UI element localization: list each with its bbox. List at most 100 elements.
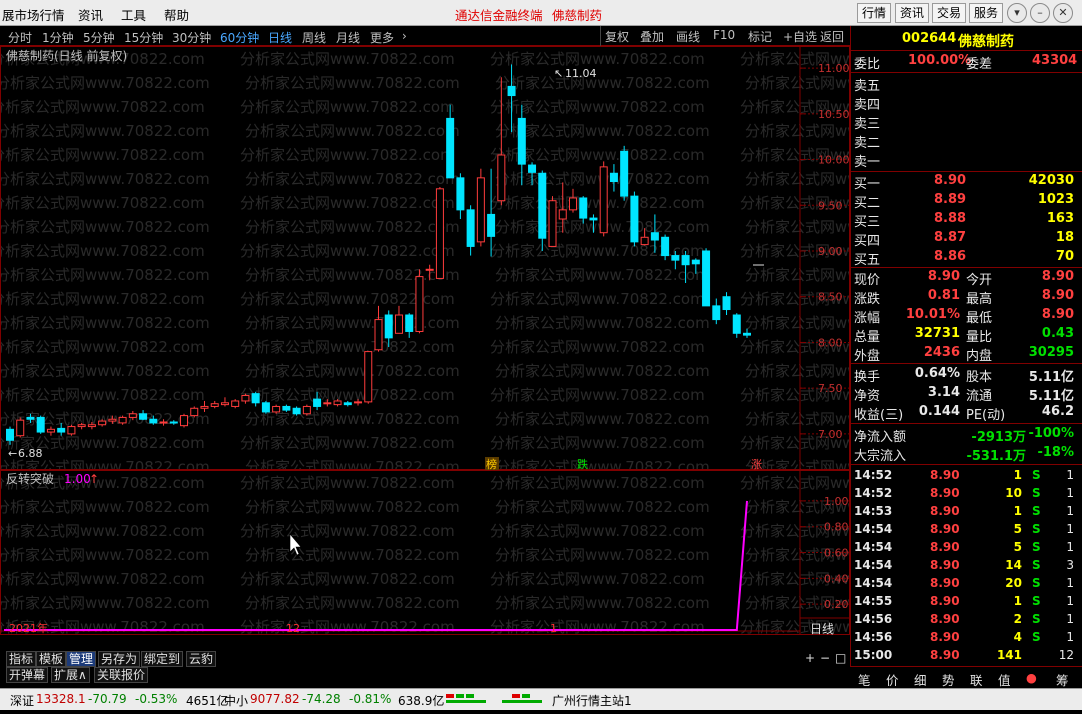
tab-bind[interactable]: 绑定到	[141, 651, 184, 667]
tab-value[interactable]: 值	[998, 670, 1011, 689]
watermark-text: 分析家公式网www.70822.com	[0, 194, 205, 212]
period-tab-60min[interactable]: 60分钟	[220, 29, 259, 46]
tab-save-as[interactable]: 另存为	[98, 651, 141, 667]
candle-body	[394, 314, 403, 334]
restore-button[interactable]: □	[833, 651, 848, 667]
menu-item-tools[interactable]: 工具	[121, 5, 146, 24]
period-tab-more[interactable]: 更多	[370, 29, 394, 46]
tick-side: S	[1032, 468, 1041, 482]
close-icon[interactable]: ✕	[1053, 3, 1073, 23]
flow-amount: -2913万	[971, 430, 1026, 445]
zoom-in-button[interactable]: +	[803, 651, 817, 667]
stat-label: 换手	[854, 370, 881, 385]
service-button[interactable]: 服务	[969, 3, 1004, 23]
minimize-icon[interactable]: –	[1030, 3, 1050, 23]
tick-side: S	[1032, 540, 1041, 554]
x-label-dec: 12	[286, 622, 300, 635]
tab-expand[interactable]: 扩展∧	[51, 667, 90, 683]
candle-body	[98, 420, 107, 426]
overlay-button[interactable]: 叠加	[640, 28, 664, 45]
tick-volume: 1	[1013, 468, 1022, 482]
candle-body	[425, 268, 434, 271]
tab-related-quote[interactable]: 关联报价	[94, 667, 149, 683]
tab-trend[interactable]: 势	[942, 670, 955, 689]
buy-label: 买二	[854, 196, 881, 211]
marker-rank[interactable]: 榜	[486, 457, 497, 470]
adjust-button[interactable]: 复权	[605, 28, 629, 45]
period-tab-weekly[interactable]: 周线	[302, 29, 326, 46]
back-button[interactable]: 返回	[820, 28, 844, 45]
buy-row[interactable]: 买二 8.89 1023	[854, 191, 1078, 211]
draw-button[interactable]: 画线	[676, 28, 700, 45]
buy-price: 8.89	[934, 192, 967, 207]
period-tab-15min[interactable]: 15分钟	[124, 29, 163, 46]
indicator-chart[interactable]: 分析家公式网www.70822.com 分析家公式网www.70822.com 分析…	[0, 470, 850, 635]
buy-row[interactable]: 买三 8.88 163	[854, 210, 1078, 230]
watermark-text: 分析家公式网www.70822.com	[745, 314, 850, 332]
news-button[interactable]: 资讯	[895, 3, 930, 23]
watermark-text: 分析家公式网www.70822.com	[745, 170, 850, 188]
watermark-text: 分析家公式网www.70822.com	[240, 146, 455, 164]
period-tab-monthly[interactable]: 月线	[336, 29, 360, 46]
watermark-text: 分析家公式网www.70822.com	[0, 386, 205, 404]
candle-body	[220, 402, 229, 406]
sell-row: 卖五	[854, 74, 1078, 94]
marker-fall[interactable]: 跌	[577, 457, 588, 470]
y-tick-label: 8.50	[818, 291, 843, 304]
period-tab-30min[interactable]: 30分钟	[172, 29, 211, 46]
tab-ticks[interactable]: 笔	[858, 670, 871, 689]
tab-danmaku[interactable]: 开弹幕	[6, 667, 49, 683]
watermark-text: 分析家公式网www.70822.com	[745, 74, 850, 92]
buy-row[interactable]: 买五 8.86 70	[854, 248, 1078, 268]
tab-detail[interactable]: 细	[914, 670, 927, 689]
buy-row[interactable]: 买四 8.87 18	[854, 229, 1078, 249]
stat-label: 最高	[966, 292, 993, 307]
tab-cloud[interactable]: 云豹	[186, 651, 217, 667]
period-tab-5min[interactable]: 5分钟	[83, 29, 115, 46]
tick-side: S	[1032, 558, 1041, 572]
tick-row: 14:54 8.90 5 S 1	[854, 539, 1078, 557]
buy-row[interactable]: 买一 8.90 42030	[854, 172, 1078, 192]
quote-button[interactable]: 行情	[857, 3, 892, 23]
menu-icon[interactable]: ▾	[1007, 3, 1027, 23]
menu-item-help[interactable]: 帮助	[164, 5, 189, 24]
add-watchlist-button[interactable]: +自选	[783, 28, 817, 45]
mark-button[interactable]: 标记	[748, 28, 772, 45]
candle-body	[251, 393, 260, 404]
period-tab-1min[interactable]: 1分钟	[42, 29, 74, 46]
tab-price[interactable]: 价	[886, 670, 899, 689]
server-site[interactable]: 广州行情主站1	[552, 692, 632, 709]
watermark-text: 分析家公式网www.70822.com	[245, 458, 460, 470]
candle-body	[712, 305, 721, 321]
period-toolbar: 分时 1分钟 5分钟 15分钟 30分钟 60分钟 日线 周线 月线 更多 › …	[0, 26, 850, 46]
tab-chips[interactable]: 筹	[1056, 670, 1069, 689]
trade-button[interactable]: 交易	[932, 3, 967, 23]
x-label-jan: 1	[550, 622, 557, 635]
more-chevron-icon[interactable]: ›	[402, 29, 407, 43]
period-tab-daily[interactable]: 日线	[268, 29, 292, 46]
candlestick-chart[interactable]: 分析家公式网www.70822.com 分析家公式网www.70822.com 分析…	[0, 46, 850, 470]
candle-body	[6, 428, 14, 441]
weicha-value: 43304	[1032, 53, 1078, 68]
tab-indicator[interactable]: 指标	[6, 651, 37, 667]
tick-time: 14:56	[854, 612, 893, 626]
candle-body	[650, 232, 659, 241]
tick-side: S	[1032, 522, 1041, 536]
tab-link[interactable]: 联	[970, 670, 983, 689]
candle-body	[333, 400, 342, 406]
candle	[118, 415, 127, 425]
person-icon[interactable]: ●	[1026, 670, 1037, 685]
stat-label: 今开	[966, 273, 993, 288]
candle-body	[108, 418, 117, 422]
watermark-text: 分析家公式网www.70822.com	[745, 266, 850, 284]
menu-item-news[interactable]: 资讯	[78, 5, 103, 24]
zoom-out-button[interactable]: −	[818, 651, 832, 667]
tab-template[interactable]: 模板	[36, 651, 67, 667]
tab-manage[interactable]: 管理	[66, 651, 97, 667]
period-tab-timeshare[interactable]: 分时	[8, 29, 32, 46]
tick-row: 14:54 8.90 20 S 1	[854, 575, 1078, 593]
candle-body	[139, 413, 148, 420]
marker-rise[interactable]: 涨	[751, 458, 762, 470]
stat-row: 净资 3.14 流通 5.11亿	[854, 384, 1078, 404]
f10-button[interactable]: F10	[713, 28, 735, 42]
